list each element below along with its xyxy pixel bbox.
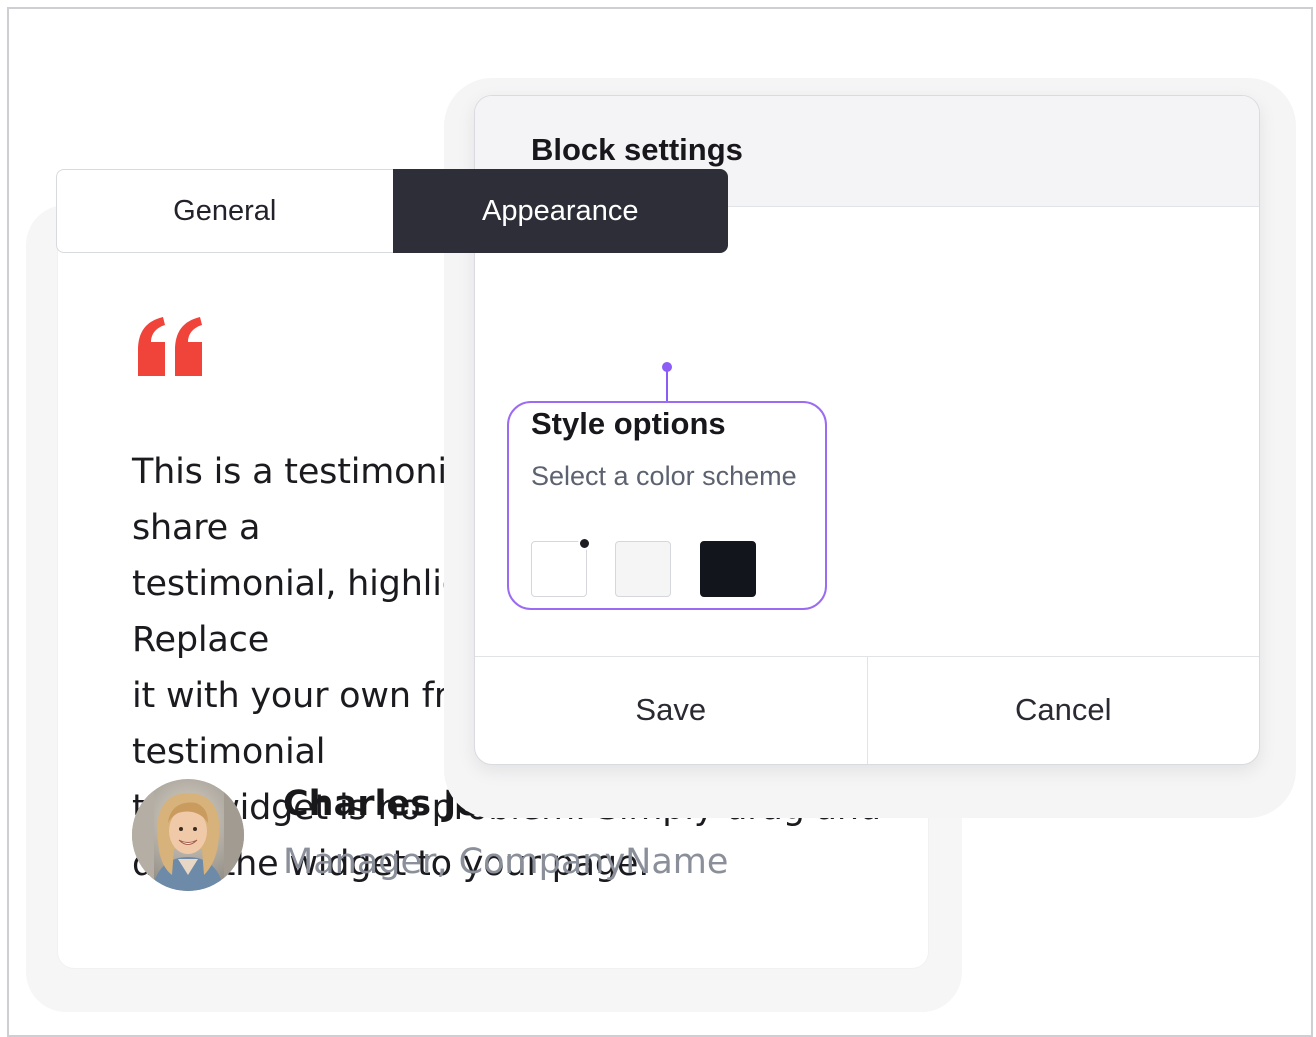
color-swatch-white[interactable] — [531, 541, 587, 597]
callout-connector-line — [666, 368, 668, 402]
style-options-title: Style options — [531, 406, 726, 441]
panel-footer: Save Cancel — [475, 656, 1260, 764]
tab-appearance[interactable]: Appearance — [392, 169, 728, 253]
style-options-subtitle: Select a color scheme — [531, 461, 797, 491]
color-swatch-light-gray[interactable] — [615, 541, 671, 597]
color-swatch-dark[interactable] — [700, 541, 756, 597]
settings-tabs: General Appearance — [56, 169, 728, 253]
avatar — [132, 779, 244, 891]
panel-title: Block settings — [531, 132, 743, 167]
selected-swatch-indicator — [578, 537, 591, 550]
cancel-button[interactable]: Cancel — [866, 657, 1260, 764]
save-button[interactable]: Save — [475, 657, 867, 764]
author-role: Manager, CompanyName — [283, 842, 729, 882]
quote-icon — [138, 317, 202, 376]
tab-general[interactable]: General — [56, 169, 393, 253]
